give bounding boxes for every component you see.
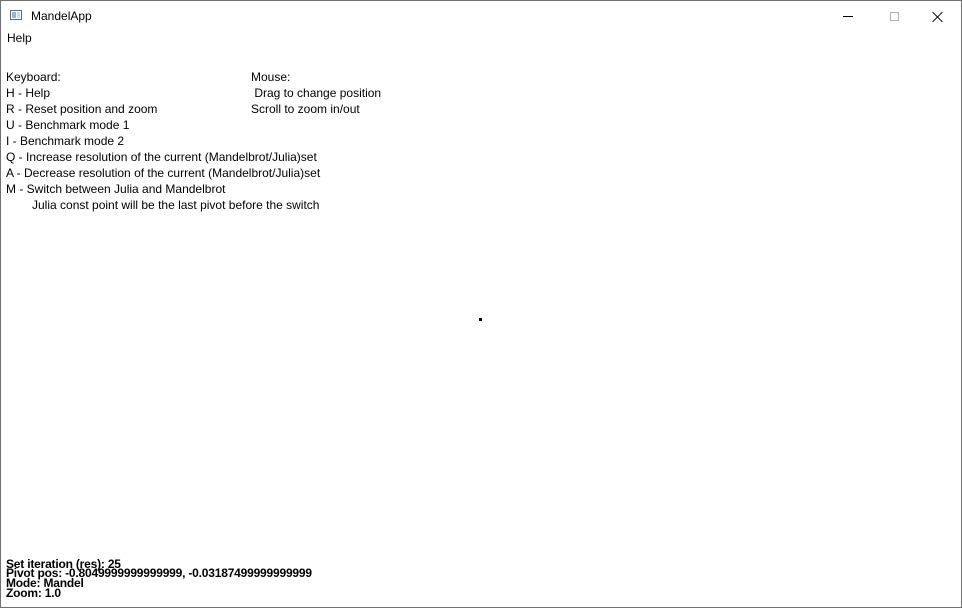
help-line-u: U - Benchmark mode 1 bbox=[6, 118, 130, 132]
status-zoom: Zoom: 1.0 bbox=[6, 586, 61, 600]
pivot-point bbox=[479, 318, 482, 321]
close-icon bbox=[932, 11, 944, 23]
help-line-m: M - Switch between Julia and Mandelbrot bbox=[6, 182, 226, 196]
help-line-julia-note: Julia const point will be the last pivot… bbox=[32, 198, 320, 212]
app-window: MandelApp Help Keyboard: Mouse: H - Help… bbox=[0, 0, 962, 608]
maximize-button[interactable] bbox=[871, 1, 917, 32]
help-line-q: Q - Increase resolution of the current (… bbox=[6, 150, 317, 164]
mouse-line-scroll: Scroll to zoom in/out bbox=[251, 102, 360, 116]
mouse-header: Mouse: bbox=[251, 70, 291, 84]
menu-item-help[interactable]: Help bbox=[7, 31, 32, 45]
maximize-icon bbox=[889, 12, 899, 21]
app-window-icon bbox=[10, 10, 22, 20]
minimize-button[interactable] bbox=[825, 1, 871, 32]
keyboard-header: Keyboard: bbox=[6, 70, 61, 84]
close-button[interactable] bbox=[915, 1, 961, 32]
title-bar[interactable]: MandelApp bbox=[1, 1, 961, 32]
help-line-i: I - Benchmark mode 2 bbox=[6, 134, 125, 148]
help-line-h: H - Help bbox=[6, 86, 51, 100]
window-title: MandelApp bbox=[31, 9, 92, 23]
help-line-a: A - Decrease resolution of the current (… bbox=[6, 166, 321, 180]
minimize-icon bbox=[843, 16, 853, 17]
mouse-line-drag: Drag to change position bbox=[251, 86, 382, 100]
help-line-r: R - Reset position and zoom bbox=[6, 102, 158, 116]
